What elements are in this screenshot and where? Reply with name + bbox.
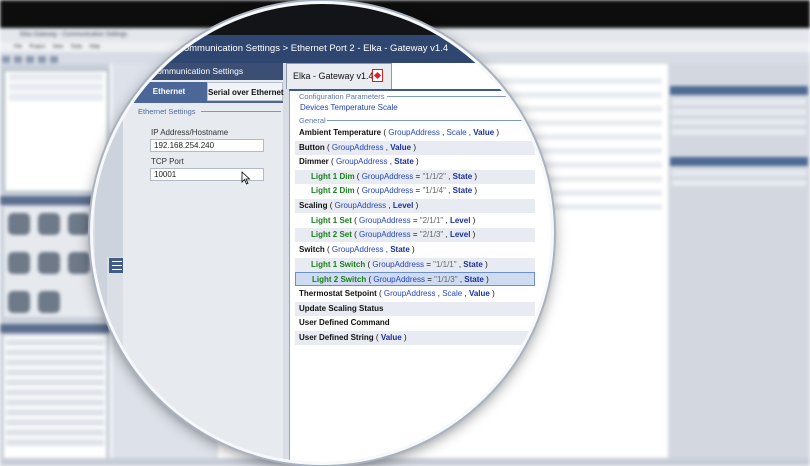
toolbar-icon[interactable]: [2, 56, 10, 63]
tab-strip: Ethernet Serial over Ethernet: [131, 82, 284, 101]
ip-address-label: IP Address/Hostname: [151, 128, 229, 137]
command-switch[interactable]: Switch ( GroupAddress , State ): [295, 243, 535, 257]
menu-view[interactable]: View: [52, 44, 63, 50]
section-divider: [387, 96, 543, 97]
command-light-1-set[interactable]: Light 1 Set ( GroupAddress = "2/1/1" , L…: [295, 214, 535, 228]
command-light-1-switch[interactable]: Light 1 Switch ( GroupAddress = "1/1/1" …: [295, 258, 535, 272]
menu-project[interactable]: Project: [29, 44, 45, 50]
document-tab-label: Elka - Gateway v1.4: [293, 71, 374, 81]
properties-panel: [668, 64, 810, 460]
panel-title: Communication Settings: [123, 63, 283, 80]
devices-temperature-scale-link[interactable]: Devices Temperature Scale: [300, 103, 398, 112]
mouse-cursor-icon: [241, 171, 251, 185]
menu-file[interactable]: File: [14, 44, 22, 50]
zoomed-view: Communication Settings > Ethernet Port 2…: [93, 4, 551, 462]
tab-ethernet[interactable]: Ethernet: [131, 82, 207, 101]
communication-settings-panel: [123, 63, 283, 462]
toolbar-icon[interactable]: [50, 56, 58, 63]
command-light-2-set[interactable]: Light 2 Set ( GroupAddress = "2/1/3" , L…: [295, 228, 535, 242]
pdf-icon[interactable]: [372, 69, 383, 82]
config-section-label: Configuration Parameters: [299, 92, 385, 101]
magnifier-lens: Communication Settings > Ethernet Port 2…: [90, 1, 554, 465]
tab-serial-over-ethernet[interactable]: Serial over Ethernet: [207, 82, 284, 101]
command-button[interactable]: Button ( GroupAddress , Value ): [295, 141, 535, 155]
command-light-2-switch-selected[interactable]: Light 2 Switch ( GroupAddress = "1/1/3" …: [295, 272, 535, 286]
command-dimmer[interactable]: Dimmer ( GroupAddress , State ): [295, 155, 535, 169]
toolbar-icon[interactable]: [38, 56, 46, 63]
command-scaling[interactable]: Scaling ( GroupAddress , Level ): [295, 199, 535, 213]
command-light-1-dim[interactable]: Light 1 Dim ( GroupAddress = "1/1/2" , S…: [295, 170, 535, 184]
general-section-label: General: [299, 116, 326, 125]
group-divider: [201, 111, 281, 112]
splitter[interactable]: [107, 257, 123, 462]
command-ambient-temperature[interactable]: Ambient Temperature ( GroupAddress , Sca…: [295, 126, 535, 140]
command-user-defined-string[interactable]: User Defined String ( Value ): [295, 331, 535, 345]
command-light-2-dim[interactable]: Light 2 Dim ( GroupAddress = "1/1/4" , S…: [295, 184, 535, 198]
section-divider: [327, 120, 543, 121]
ip-address-field[interactable]: [150, 139, 264, 152]
command-thermostat-setpoint[interactable]: Thermostat Setpoint ( GroupAddress , Sca…: [295, 287, 535, 301]
screenshot-stage: Elka Gateway - Communication Settings Fi…: [0, 0, 810, 466]
document-header-bar: [289, 89, 551, 91]
communication-list[interactable]: [4, 336, 106, 458]
tab-underline: [131, 101, 283, 103]
breadcrumb: Communication Settings > Ethernet Port 2…: [163, 35, 551, 63]
command-update-scaling-status[interactable]: Update Scaling Status: [295, 302, 535, 316]
toolbar-icon[interactable]: [14, 56, 22, 63]
command-user-defined-command[interactable]: User Defined Command: [295, 316, 535, 330]
toolbar-icon[interactable]: [26, 56, 34, 63]
tcp-port-label: TCP Port: [151, 157, 184, 166]
dark-band: [93, 4, 551, 35]
group-label: Ethernet Settings: [138, 107, 196, 116]
menu-tools[interactable]: Tools: [70, 44, 82, 50]
